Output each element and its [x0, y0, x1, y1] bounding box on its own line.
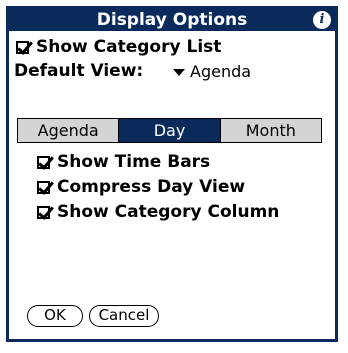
show-category-column-checkbox[interactable]: [37, 206, 50, 219]
show-category-column-row[interactable]: Show Category Column: [9, 202, 335, 222]
show-category-list-checkbox[interactable]: [16, 41, 29, 54]
show-category-list-row[interactable]: Show Category List: [9, 37, 335, 57]
ok-button[interactable]: OK: [27, 305, 83, 327]
tab-month[interactable]: Month: [220, 119, 321, 142]
show-time-bars-row[interactable]: Show Time Bars: [9, 152, 335, 172]
show-time-bars-checkbox[interactable]: [37, 156, 50, 169]
show-time-bars-label: Show Time Bars: [57, 152, 211, 172]
dialog-title: Display Options: [96, 10, 248, 30]
default-view-trigger[interactable]: Agenda: [190, 62, 251, 81]
show-category-list-label: Show Category List: [36, 37, 222, 57]
show-category-column-label: Show Category Column: [57, 202, 280, 222]
dialog-titlebar: Display Options i: [9, 9, 335, 31]
compress-day-view-checkbox[interactable]: [37, 181, 50, 194]
display-options-dialog: Display Options i Show Category List Def…: [6, 6, 338, 342]
compress-day-view-row[interactable]: Compress Day View: [9, 177, 335, 197]
tab-day[interactable]: Day: [119, 119, 221, 142]
view-selector: Agenda Day Month: [17, 118, 322, 143]
default-view-label: Default View:: [14, 61, 144, 81]
compress-day-view-label: Compress Day View: [57, 177, 246, 197]
info-icon[interactable]: i: [313, 11, 331, 29]
default-view-row: Default View: Agenda: [9, 60, 335, 82]
chevron-down-icon[interactable]: [173, 69, 185, 76]
cancel-button[interactable]: Cancel: [89, 305, 159, 327]
tab-agenda[interactable]: Agenda: [18, 119, 120, 142]
